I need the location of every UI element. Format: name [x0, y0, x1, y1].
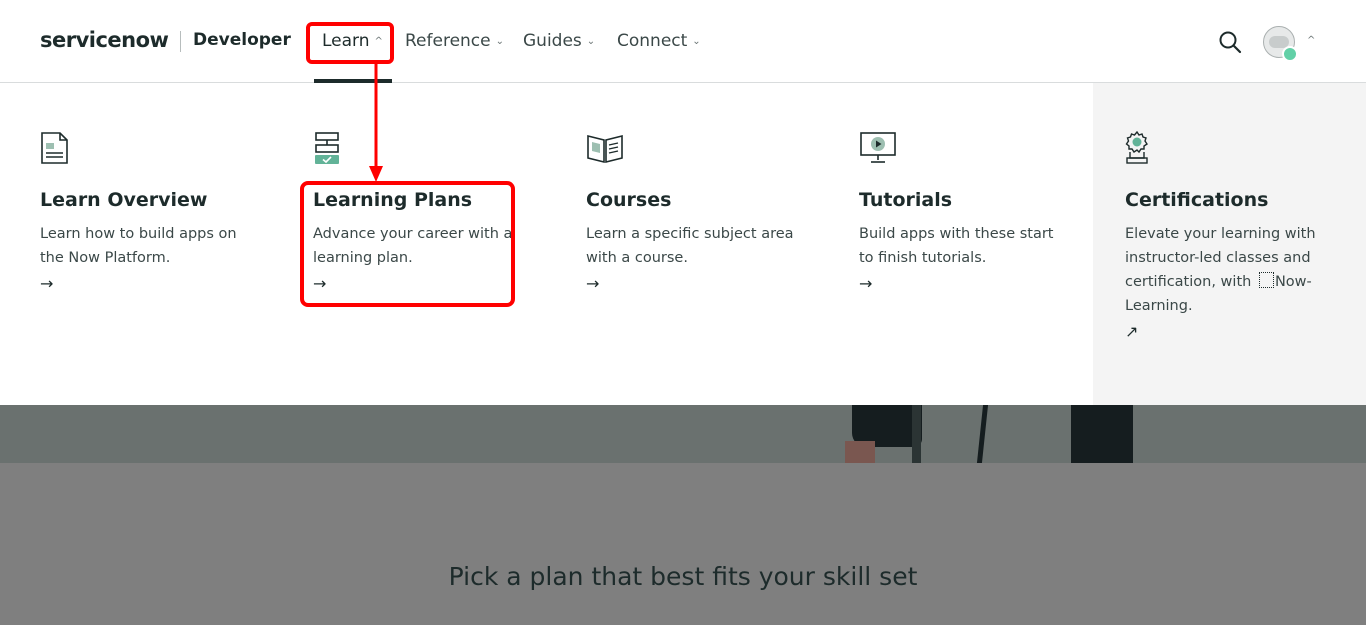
illustration-pole: [976, 405, 989, 463]
certifications-desc-line-3-text: certification, with: [1125, 274, 1252, 290]
logo-divider: [180, 31, 181, 52]
now-learning-text: Now-: [1274, 274, 1312, 290]
nav-guides-label: Guides: [523, 31, 582, 51]
courses-title[interactable]: Courses: [586, 189, 671, 211]
search-icon[interactable]: [1218, 30, 1242, 54]
nav-reference-label: Reference: [405, 31, 491, 51]
nav-connect[interactable]: Connect ⌄: [617, 31, 701, 51]
learn-overview-desc: Learn how to build apps on the Now Platf…: [40, 222, 270, 270]
highlight-box-learn: [306, 22, 394, 64]
tutorials-title[interactable]: Tutorials: [859, 189, 952, 211]
tutorials-desc-line-2: to finish tutorials.: [859, 250, 987, 266]
content-section: [0, 463, 1366, 625]
avatar-status-badge: [1282, 46, 1298, 62]
highlight-box-learning-plans: [300, 181, 515, 307]
arrow-right-icon[interactable]: →: [586, 274, 599, 293]
award-icon: [1125, 131, 1148, 164]
illustration-figure-leg: [845, 441, 875, 463]
tutorials-desc: Build apps with these start to finish tu…: [859, 222, 1089, 270]
chevron-up-icon[interactable]: ^: [1307, 35, 1315, 46]
nav-connect-label: Connect: [617, 31, 688, 51]
user-avatar[interactable]: [1263, 26, 1298, 62]
learn-overview-desc-line-1: Learn how to build apps on: [40, 226, 237, 242]
chevron-down-icon: ⌄: [692, 35, 701, 47]
nav-reference[interactable]: Reference ⌄: [405, 31, 504, 51]
certifications-desc-line-4: Learning.: [1125, 298, 1193, 314]
chevron-down-icon: ⌄: [495, 35, 504, 47]
courses-desc: Learn a specific subject area with a cou…: [586, 222, 816, 270]
certifications-desc-line-3: certification, with Now-: [1125, 270, 1325, 294]
learn-overview-desc-line-2: the Now Platform.: [40, 250, 171, 266]
external-link-icon: [1258, 272, 1274, 288]
arrow-right-icon[interactable]: →: [40, 274, 53, 293]
book-icon: [587, 134, 623, 164]
annotation-arrow: [369, 62, 383, 182]
chevron-down-icon: ⌄: [586, 35, 596, 47]
tutorials-desc-line-1: Build apps with these start: [859, 226, 1054, 242]
illustration-figure-2: [1071, 405, 1133, 463]
illustration-stick: [912, 405, 921, 463]
learn-overview-title[interactable]: Learn Overview: [40, 189, 207, 211]
courses-desc-line-1: Learn a specific subject area: [586, 226, 794, 242]
developer-label[interactable]: Developer: [193, 30, 291, 50]
arrow-right-icon[interactable]: →: [859, 274, 872, 293]
certifications-desc-line-2: instructor-led classes and: [1125, 250, 1311, 266]
certifications-title[interactable]: Certifications: [1125, 189, 1268, 211]
servicenow-logo[interactable]: servicenow: [40, 28, 169, 52]
certifications-desc: Elevate your learning with instructor-le…: [1125, 222, 1325, 318]
certifications-desc-line-1: Elevate your learning with: [1125, 226, 1316, 242]
plan-icon: [315, 132, 339, 164]
nav-guides[interactable]: Guides ⌄: [523, 31, 595, 51]
top-header: servicenow Developer Learn ^ Reference ⌄…: [0, 0, 1366, 83]
section-heading: Pick a plan that best fits your skill se…: [448, 562, 918, 591]
arrow-up-right-icon[interactable]: ↗: [1125, 322, 1138, 341]
document-icon: [41, 132, 68, 164]
learn-mega-menu: Learn Overview Learn how to build apps o…: [0, 83, 1366, 405]
hero-illustration: [0, 405, 1366, 463]
courses-desc-line-2: with a course.: [586, 250, 688, 266]
monitor-play-icon: [860, 132, 896, 163]
